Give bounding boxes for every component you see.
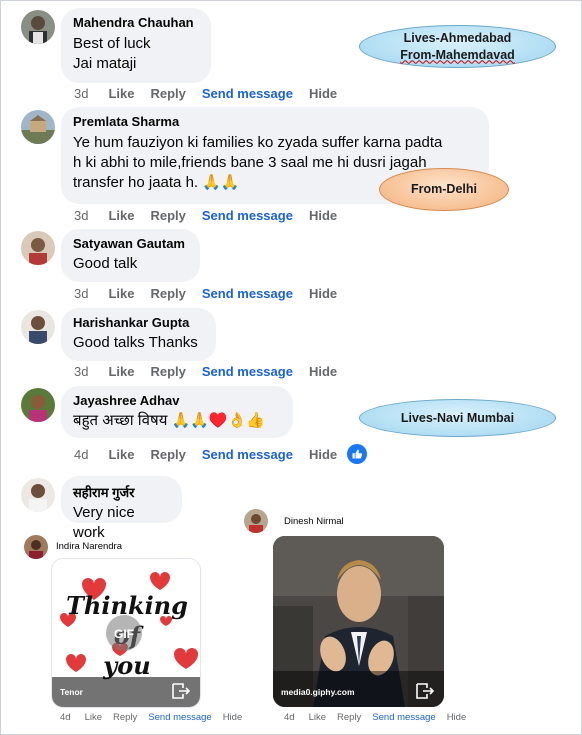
like-reaction-badge[interactable] [347, 444, 367, 464]
gif-attachment-applause[interactable]: media0.giphy.com [273, 536, 444, 707]
annotation-line: Lives-Navi Mumbai [400, 410, 515, 425]
comment-timestamp[interactable]: 3d [74, 208, 88, 223]
avatar-jayashree-adhav[interactable] [21, 388, 55, 422]
comment-text-line: Best of luck [73, 35, 151, 52]
like-link[interactable]: Like [85, 712, 102, 723]
avatar-satyawan-gautam[interactable] [21, 231, 55, 265]
like-link[interactable]: Like [108, 447, 134, 462]
comment-timestamp[interactable]: 4d [284, 712, 295, 723]
commenter-name[interactable]: Premlata Sharma [73, 114, 477, 129]
like-link[interactable]: Like [108, 86, 134, 101]
avatar-indira-narendra[interactable] [24, 535, 48, 559]
share-icon[interactable] [172, 683, 190, 699]
gif-comment-actions: 4d Like Reply Send message Hide [284, 712, 477, 723]
comment-actions: 3d Like Reply Send message Hide [74, 208, 353, 223]
comment-text-line: Very nice work [73, 504, 135, 541]
comment-timestamp[interactable]: 3d [74, 286, 88, 301]
location-annotation: From-Delhi [379, 168, 509, 211]
comment-timestamp[interactable]: 3d [74, 364, 88, 379]
comment-text-line: Good talks Thanks [73, 334, 198, 351]
reply-link[interactable]: Reply [150, 286, 185, 301]
svg-text:GIF: GIF [114, 627, 134, 641]
comment-actions: 3d Like Reply Send message Hide [74, 364, 353, 379]
thumbs-up-icon [352, 449, 363, 459]
avatar-premlata-sharma[interactable] [21, 110, 55, 144]
reply-link[interactable]: Reply [150, 364, 185, 379]
commenter-name[interactable]: Satyawan Gautam [73, 236, 188, 251]
send-message-link[interactable]: Send message [202, 364, 293, 379]
comment-text-line: Ye hum fauziyon ki families ko zyada suf… [73, 134, 443, 151]
hide-link[interactable]: Hide [447, 712, 467, 723]
comment-timestamp[interactable]: 4d [60, 712, 71, 723]
avatar-sahiram-gurjar[interactable] [21, 478, 55, 512]
avatar-dinesh-nirmal[interactable] [244, 509, 268, 533]
like-link[interactable]: Like [309, 712, 326, 723]
hide-link[interactable]: Hide [309, 208, 337, 223]
comment-bubble-jayashree: Jayashree Adhav बहुत अच्छा विषय 🙏🙏♥️👌👍 [61, 386, 293, 438]
send-message-link[interactable]: Send message [202, 447, 293, 462]
comment-actions: 3d Like Reply Send message Hide [74, 86, 353, 101]
hide-link[interactable]: Hide [309, 86, 337, 101]
comment-text-line: Jai mataji [73, 55, 137, 72]
comment-bubble-mahendra: Mahendra Chauhan Best of luck Jai mataji [61, 8, 211, 83]
hide-link[interactable]: Hide [309, 447, 337, 462]
comment-bubble-sahiram: सहीराम गुर्जर Very nice work [61, 476, 182, 541]
location-annotation: Lives-Navi Mumbai [359, 399, 556, 437]
commenter-name[interactable]: सहीराम गुर्जर [73, 483, 170, 501]
comment-timestamp[interactable]: 4d [74, 447, 88, 462]
comment-actions: 4d Like Reply Send message Hide [74, 447, 353, 462]
like-link[interactable]: Like [108, 286, 134, 301]
commenter-name[interactable]: Jayashree Adhav [73, 393, 281, 408]
applause-gif-image [273, 536, 444, 707]
gif-comment-actions: 4d Like Reply Send message Hide [60, 712, 253, 723]
like-link[interactable]: Like [108, 364, 134, 379]
reply-link[interactable]: Reply [337, 712, 361, 723]
commenter-name[interactable]: Harishankar Gupta [73, 315, 204, 330]
comment-timestamp[interactable]: 3d [74, 86, 88, 101]
send-message-link[interactable]: Send message [372, 712, 435, 723]
location-annotation: Lives-Ahmedabad From-Mahemdavad [359, 25, 556, 68]
send-message-link[interactable]: Send message [148, 712, 211, 723]
annotation-line: From-Mahemdavad [400, 47, 515, 62]
gif-source-label: Tenor [60, 687, 83, 697]
comment-bubble-harishankar: Harishankar Gupta Good talks Thanks [61, 308, 216, 361]
gif-attachment-thinking-of-you[interactable]: Thinking of you GIF Tenor [51, 558, 201, 708]
commenter-name[interactable]: Mahendra Chauhan [73, 15, 199, 30]
send-message-link[interactable]: Send message [202, 86, 293, 101]
gif-caption-line: you [102, 651, 150, 680]
avatar-harishankar-gupta[interactable] [21, 310, 55, 344]
send-message-link[interactable]: Send message [202, 208, 293, 223]
hide-link[interactable]: Hide [309, 286, 337, 301]
gif-commenter-name[interactable]: Indira Narendra [56, 541, 122, 552]
annotation-line: From-Delhi [411, 182, 477, 196]
hide-link[interactable]: Hide [223, 712, 243, 723]
like-link[interactable]: Like [108, 208, 134, 223]
reply-link[interactable]: Reply [150, 208, 185, 223]
avatar-mahendra-chauhan[interactable] [21, 10, 55, 44]
comment-text-line: Good talk [73, 255, 138, 272]
hide-link[interactable]: Hide [309, 364, 337, 379]
reply-link[interactable]: Reply [150, 447, 185, 462]
comment-text-line: बहुत अच्छा विषय 🙏🙏♥️👌👍 [73, 412, 265, 429]
gif-commenter-name[interactable]: Dinesh Nirmal [284, 516, 344, 527]
share-icon[interactable] [416, 683, 434, 699]
reply-link[interactable]: Reply [150, 86, 185, 101]
send-message-link[interactable]: Send message [202, 286, 293, 301]
annotation-line: Lives-Ahmedabad [403, 30, 512, 45]
comment-actions: 3d Like Reply Send message Hide [74, 286, 353, 301]
reply-link[interactable]: Reply [113, 712, 137, 723]
comment-bubble-satyawan: Satyawan Gautam Good talk [61, 229, 200, 282]
gif-source-label: media0.giphy.com [281, 687, 355, 697]
